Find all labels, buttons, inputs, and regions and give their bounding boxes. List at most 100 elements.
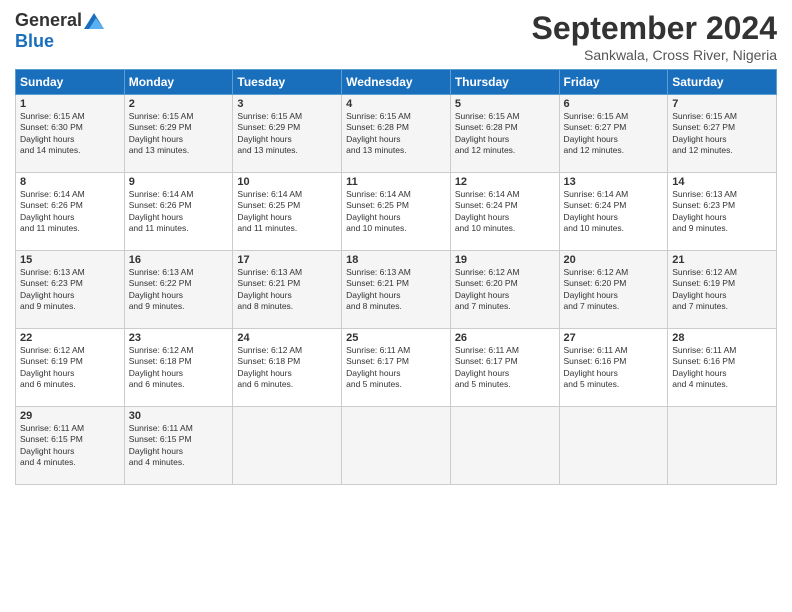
calendar-cell: 16Sunrise: 6:13 AMSunset: 6:22 PMDayligh… [124,251,233,329]
day-info: Sunrise: 6:14 AMSunset: 6:25 PMDaylight … [237,189,337,235]
calendar-table: SundayMondayTuesdayWednesdayThursdayFrid… [15,69,777,485]
day-number: 30 [129,410,229,422]
day-number: 24 [237,332,337,344]
day-info: Sunrise: 6:13 AMSunset: 6:21 PMDaylight … [346,267,446,313]
day-number: 25 [346,332,446,344]
calendar-cell: 6Sunrise: 6:15 AMSunset: 6:27 PMDaylight… [559,95,668,173]
day-number: 14 [672,176,772,188]
day-number: 7 [672,98,772,110]
calendar-cell: 9Sunrise: 6:14 AMSunset: 6:26 PMDaylight… [124,173,233,251]
day-info: Sunrise: 6:12 AMSunset: 6:20 PMDaylight … [564,267,664,313]
logo: General Blue [15,10,104,52]
day-header: Thursday [450,70,559,95]
calendar-week-row: 15Sunrise: 6:13 AMSunset: 6:23 PMDayligh… [16,251,777,329]
calendar-week-row: 29Sunrise: 6:11 AMSunset: 6:15 PMDayligh… [16,407,777,485]
day-info: Sunrise: 6:15 AMSunset: 6:27 PMDaylight … [564,111,664,157]
day-header: Saturday [668,70,777,95]
month-title: September 2024 [532,10,777,47]
day-header: Tuesday [233,70,342,95]
day-number: 1 [20,98,120,110]
day-number: 12 [455,176,555,188]
location-subtitle: Sankwala, Cross River, Nigeria [532,47,777,63]
calendar-cell: 18Sunrise: 6:13 AMSunset: 6:21 PMDayligh… [342,251,451,329]
day-number: 26 [455,332,555,344]
day-number: 29 [20,410,120,422]
calendar-cell: 17Sunrise: 6:13 AMSunset: 6:21 PMDayligh… [233,251,342,329]
calendar-cell: 23Sunrise: 6:12 AMSunset: 6:18 PMDayligh… [124,329,233,407]
calendar-cell: 20Sunrise: 6:12 AMSunset: 6:20 PMDayligh… [559,251,668,329]
day-info: Sunrise: 6:14 AMSunset: 6:24 PMDaylight … [564,189,664,235]
day-info: Sunrise: 6:15 AMSunset: 6:30 PMDaylight … [20,111,120,157]
calendar-week-row: 22Sunrise: 6:12 AMSunset: 6:19 PMDayligh… [16,329,777,407]
day-info: Sunrise: 6:15 AMSunset: 6:29 PMDaylight … [237,111,337,157]
day-number: 5 [455,98,555,110]
day-number: 22 [20,332,120,344]
day-info: Sunrise: 6:12 AMSunset: 6:20 PMDaylight … [455,267,555,313]
day-number: 6 [564,98,664,110]
day-info: Sunrise: 6:11 AMSunset: 6:16 PMDaylight … [672,345,772,391]
day-info: Sunrise: 6:14 AMSunset: 6:25 PMDaylight … [346,189,446,235]
calendar-cell: 22Sunrise: 6:12 AMSunset: 6:19 PMDayligh… [16,329,125,407]
calendar-cell [559,407,668,485]
day-info: Sunrise: 6:12 AMSunset: 6:18 PMDaylight … [129,345,229,391]
calendar-cell: 10Sunrise: 6:14 AMSunset: 6:25 PMDayligh… [233,173,342,251]
day-info: Sunrise: 6:12 AMSunset: 6:18 PMDaylight … [237,345,337,391]
calendar-cell [342,407,451,485]
day-info: Sunrise: 6:14 AMSunset: 6:26 PMDaylight … [20,189,120,235]
calendar-cell: 29Sunrise: 6:11 AMSunset: 6:15 PMDayligh… [16,407,125,485]
day-number: 28 [672,332,772,344]
day-info: Sunrise: 6:11 AMSunset: 6:15 PMDaylight … [129,423,229,469]
calendar-cell: 3Sunrise: 6:15 AMSunset: 6:29 PMDaylight… [233,95,342,173]
calendar-cell: 26Sunrise: 6:11 AMSunset: 6:17 PMDayligh… [450,329,559,407]
header: General Blue September 2024 Sankwala, Cr… [15,10,777,63]
calendar-cell: 15Sunrise: 6:13 AMSunset: 6:23 PMDayligh… [16,251,125,329]
day-info: Sunrise: 6:11 AMSunset: 6:17 PMDaylight … [346,345,446,391]
calendar-week-row: 1Sunrise: 6:15 AMSunset: 6:30 PMDaylight… [16,95,777,173]
calendar-cell: 30Sunrise: 6:11 AMSunset: 6:15 PMDayligh… [124,407,233,485]
calendar-cell: 5Sunrise: 6:15 AMSunset: 6:28 PMDaylight… [450,95,559,173]
calendar-cell [233,407,342,485]
calendar-cell: 4Sunrise: 6:15 AMSunset: 6:28 PMDaylight… [342,95,451,173]
day-info: Sunrise: 6:11 AMSunset: 6:16 PMDaylight … [564,345,664,391]
day-info: Sunrise: 6:12 AMSunset: 6:19 PMDaylight … [672,267,772,313]
day-number: 20 [564,254,664,266]
day-number: 3 [237,98,337,110]
calendar-week-row: 8Sunrise: 6:14 AMSunset: 6:26 PMDaylight… [16,173,777,251]
day-number: 11 [346,176,446,188]
day-info: Sunrise: 6:15 AMSunset: 6:27 PMDaylight … [672,111,772,157]
day-number: 18 [346,254,446,266]
calendar-cell: 1Sunrise: 6:15 AMSunset: 6:30 PMDaylight… [16,95,125,173]
day-info: Sunrise: 6:14 AMSunset: 6:26 PMDaylight … [129,189,229,235]
calendar-cell: 7Sunrise: 6:15 AMSunset: 6:27 PMDaylight… [668,95,777,173]
calendar-cell: 28Sunrise: 6:11 AMSunset: 6:16 PMDayligh… [668,329,777,407]
day-info: Sunrise: 6:15 AMSunset: 6:28 PMDaylight … [455,111,555,157]
day-number: 8 [20,176,120,188]
day-number: 13 [564,176,664,188]
day-info: Sunrise: 6:15 AMSunset: 6:29 PMDaylight … [129,111,229,157]
calendar-cell [668,407,777,485]
day-number: 19 [455,254,555,266]
day-info: Sunrise: 6:12 AMSunset: 6:19 PMDaylight … [20,345,120,391]
day-header: Sunday [16,70,125,95]
main-container: General Blue September 2024 Sankwala, Cr… [0,0,792,495]
day-number: 2 [129,98,229,110]
calendar-cell: 13Sunrise: 6:14 AMSunset: 6:24 PMDayligh… [559,173,668,251]
day-number: 4 [346,98,446,110]
calendar-cell: 27Sunrise: 6:11 AMSunset: 6:16 PMDayligh… [559,329,668,407]
calendar-cell: 12Sunrise: 6:14 AMSunset: 6:24 PMDayligh… [450,173,559,251]
calendar-cell: 21Sunrise: 6:12 AMSunset: 6:19 PMDayligh… [668,251,777,329]
day-info: Sunrise: 6:11 AMSunset: 6:15 PMDaylight … [20,423,120,469]
day-number: 9 [129,176,229,188]
day-number: 27 [564,332,664,344]
calendar-cell: 11Sunrise: 6:14 AMSunset: 6:25 PMDayligh… [342,173,451,251]
day-number: 16 [129,254,229,266]
logo-blue-text: Blue [15,31,54,52]
day-number: 21 [672,254,772,266]
day-info: Sunrise: 6:13 AMSunset: 6:21 PMDaylight … [237,267,337,313]
day-info: Sunrise: 6:15 AMSunset: 6:28 PMDaylight … [346,111,446,157]
calendar-cell: 24Sunrise: 6:12 AMSunset: 6:18 PMDayligh… [233,329,342,407]
day-header: Friday [559,70,668,95]
logo-general-text: General [15,10,82,31]
calendar-cell: 25Sunrise: 6:11 AMSunset: 6:17 PMDayligh… [342,329,451,407]
day-number: 23 [129,332,229,344]
